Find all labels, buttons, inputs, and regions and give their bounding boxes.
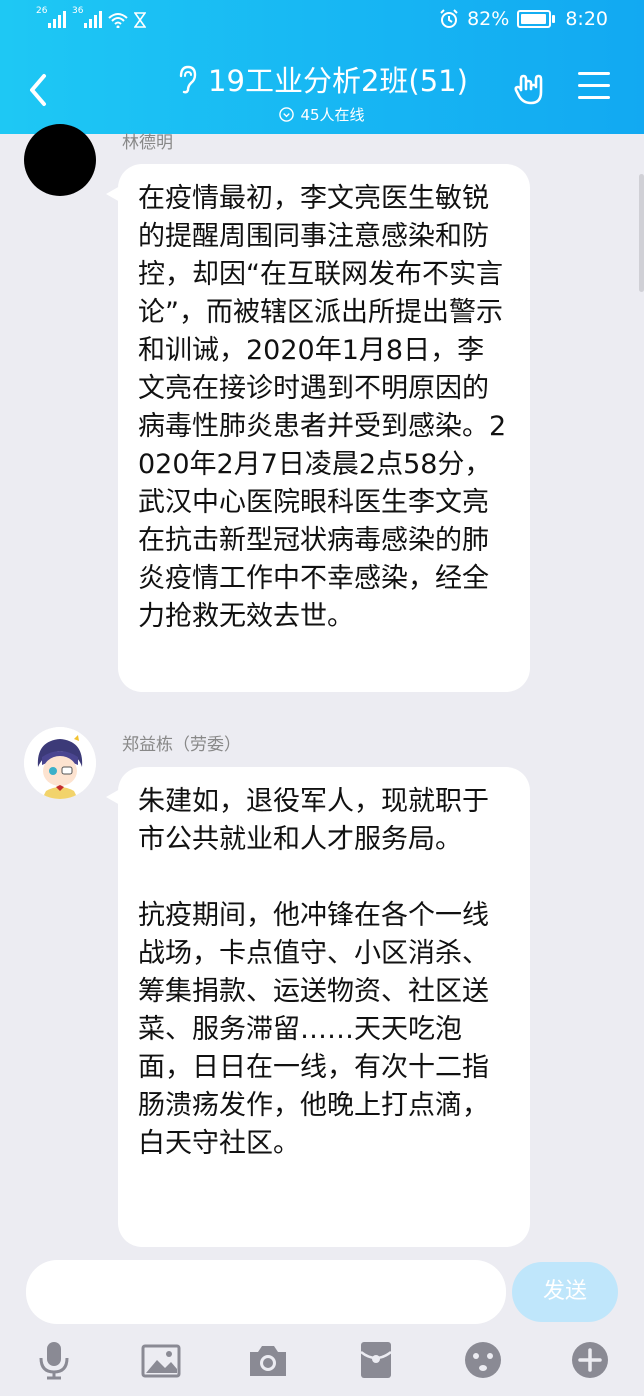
anime-avatar-icon — [24, 727, 96, 799]
input-bar: 发送 — [0, 1252, 644, 1396]
battery-icon — [517, 10, 556, 28]
camera-icon[interactable] — [248, 1340, 288, 1380]
status-left: 26 36 — [36, 6, 146, 28]
network-type-2: 36 — [72, 6, 84, 16]
avatar[interactable] — [24, 727, 96, 799]
signal-icon-2: 36 — [72, 6, 102, 28]
avatar[interactable] — [24, 124, 96, 196]
chat-header: 26 36 82% 8:20 19工业分析2班(51) 45人在线 — [0, 0, 644, 134]
battery-percent: 82% — [467, 8, 510, 30]
status-right: 82% 8:20 — [439, 8, 608, 30]
sender-name: 林德明 — [122, 133, 173, 153]
hourglass-icon — [134, 12, 146, 28]
chat-title: 19工业分析2班(51) — [208, 64, 468, 98]
wifi-icon — [108, 13, 128, 28]
clock: 8:20 — [565, 8, 608, 30]
image-icon[interactable] — [141, 1340, 181, 1380]
network-type-1: 26 — [36, 6, 48, 16]
online-count: 45人在线 — [300, 106, 365, 124]
chevron-down-circle-icon — [279, 107, 295, 122]
emoji-icon[interactable] — [463, 1340, 503, 1380]
red-packet-icon[interactable] — [356, 1340, 396, 1380]
status-bar: 26 36 82% 8:20 — [0, 0, 644, 44]
alarm-icon — [440, 9, 458, 28]
mic-icon[interactable] — [34, 1340, 74, 1380]
scrollbar[interactable] — [639, 174, 644, 292]
signal-icon: 26 — [36, 6, 66, 28]
message-bubble[interactable]: 在疫情最初，李文亮医生敏锐的提醒周围同事注意感染和防控，却因“在互联网发布不实言… — [106, 164, 530, 692]
send-button[interactable]: 发送 — [512, 1262, 618, 1322]
ear-icon — [179, 65, 197, 94]
sender-name: 郑益栋（劳委） — [122, 735, 241, 755]
plus-icon[interactable] — [570, 1340, 610, 1380]
message-bubble[interactable]: 朱建如，退役军人，现就职于市公共就业和人才服务局。 抗疫期间，他冲锋在各个一线战… — [106, 767, 530, 1247]
menu-button[interactable] — [578, 72, 610, 102]
message-input[interactable] — [26, 1260, 506, 1324]
hand-gesture-icon[interactable] — [512, 70, 548, 108]
